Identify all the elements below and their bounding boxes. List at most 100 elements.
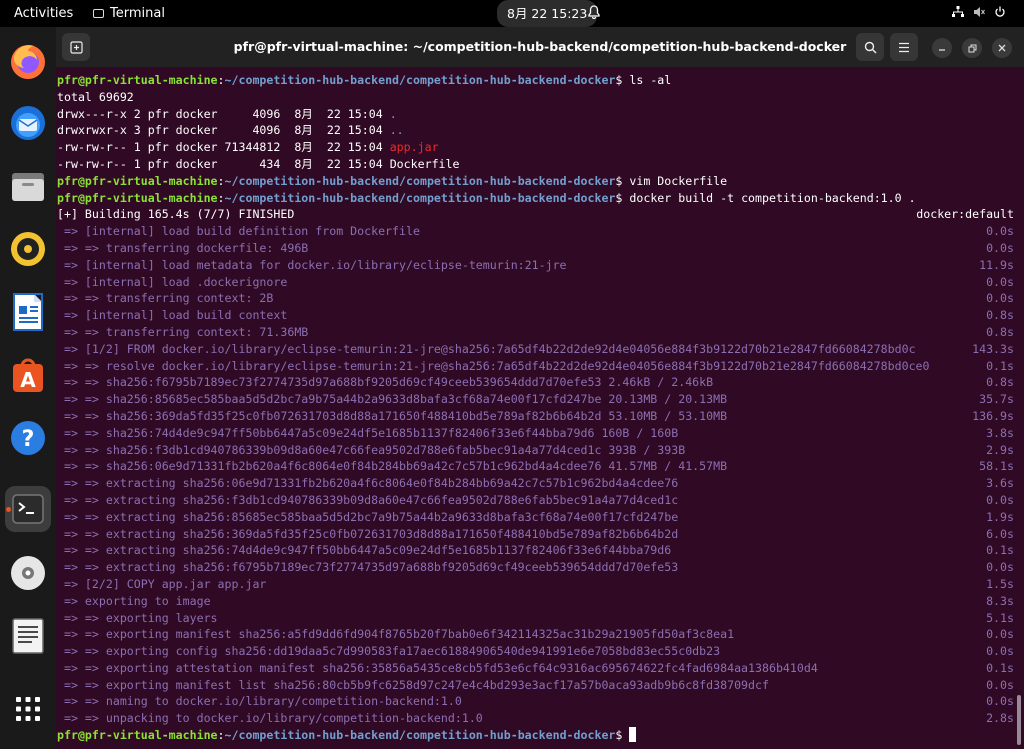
build-step-time: 11.9s (979, 257, 1014, 272)
hamburger-icon (899, 42, 909, 52)
build-step-row: => exporting to image 8.3s (57, 593, 1017, 610)
build-step-text: => [2/2] COPY app.jar app.jar (57, 576, 267, 591)
dock-rhythmbox[interactable] (5, 226, 51, 272)
show-apps-icon (16, 697, 40, 721)
restore-icon (968, 44, 976, 52)
build-step-row: => [1/2] FROM docker.io/library/eclipse-… (57, 341, 1017, 358)
prompt-path: ~/competition-hub-backend/competition-hu… (224, 728, 616, 743)
build-step-time: 0.1s (986, 660, 1014, 675)
build-step-text: => => exporting manifest sha256:a5fd9dd6… (57, 627, 735, 642)
build-step-text: => => transferring dockerfile: 496B (57, 240, 309, 255)
ls-meta: -rw-rw-r-- 1 pfr docker 71344812 8月 22 1… (57, 140, 390, 155)
ls-name: .. (389, 123, 404, 138)
build-step-time: 6.0s (986, 526, 1014, 541)
build-step-row: => => naming to docker.io/library/compet… (57, 693, 1017, 710)
build-step-time: 143.3s (972, 341, 1014, 356)
build-step-time: 0.1s (986, 358, 1014, 373)
build-driver: docker:default (916, 207, 1014, 222)
dock-app-center[interactable]: A (5, 352, 51, 398)
build-step-row: => [internal] load .dockerignore 0.0s (57, 274, 1017, 291)
power-icon[interactable] (994, 0, 1006, 27)
build-step-text: => => exporting attestation manifest sha… (57, 660, 818, 675)
build-step-time: 136.9s (972, 408, 1014, 423)
build-step-text: => => resolve docker.io/library/eclipse-… (57, 358, 930, 373)
build-step-row: => => exporting layers 5.1s (57, 610, 1017, 627)
output-line: total 69692 (57, 89, 134, 104)
ls-meta: -rw-rw-r-- 1 pfr docker 434 8月 22 15:04 (57, 156, 390, 171)
build-step-time: 0.1s (986, 543, 1014, 558)
build-step-text: => => sha256:74d4de9c947ff50bb6447a5c09e… (57, 425, 679, 440)
ls-row: drwxrwxr-x 3 pfr docker 4096 8月 22 15:04… (57, 122, 1017, 139)
clock[interactable]: 8月 22 15:23 (497, 0, 598, 27)
dock-writer[interactable] (5, 289, 51, 335)
build-step-time: 0.8s (986, 324, 1014, 339)
build-step-time: 0.0s (986, 274, 1014, 289)
dock-help[interactable]: ? (5, 415, 51, 461)
build-step-row: => => resolve docker.io/library/eclipse-… (57, 358, 1017, 375)
volume-icon[interactable] (973, 0, 985, 27)
text-editor-icon (12, 618, 44, 654)
build-step-time: 0.0s (986, 644, 1014, 659)
build-step-row: => => sha256:74d4de9c947ff50bb6447a5c09e… (57, 425, 1017, 442)
dock-firefox[interactable] (5, 38, 51, 84)
minimize-button[interactable] (932, 38, 952, 58)
build-step-row: => => extracting sha256:f6795b7189ec73f2… (57, 559, 1017, 576)
maximize-button[interactable] (962, 38, 982, 58)
build-step-time: 1.9s (986, 509, 1014, 524)
bell-icon (588, 0, 600, 27)
svg-text:A: A (20, 368, 36, 392)
app-menu[interactable]: Terminal (93, 0, 165, 27)
prompt-path: ~/competition-hub-backend/competition-hu… (224, 173, 616, 188)
build-step-time: 3.6s (986, 476, 1014, 491)
build-step-time: 0.0s (986, 677, 1014, 692)
dock-files[interactable] (5, 163, 51, 209)
dock-text-editor[interactable] (5, 613, 51, 659)
build-step-time: 1.5s (986, 576, 1014, 591)
build-step-row: => => sha256:85685ec585baa5d5d2bc7a9b75a… (57, 391, 1017, 408)
build-step-text: => => extracting sha256:369da5fd35f25c0f… (57, 526, 679, 541)
build-step-text: => => sha256:369da5fd35f25c0fb072631703d… (57, 408, 728, 423)
dock-disc[interactable] (5, 550, 51, 596)
build-step-row: => => transferring dockerfile: 496B 0.0s (57, 240, 1017, 257)
build-step-row: => => sha256:f3db1cd940786339b09d8a60e47… (57, 442, 1017, 459)
app-center-icon: A (13, 358, 43, 392)
close-button[interactable] (992, 38, 1012, 58)
text-cursor (629, 727, 637, 743)
dock-show-apps[interactable] (5, 686, 51, 732)
build-step-time: 3.8s (986, 425, 1014, 440)
build-step-time: 8.3s (986, 593, 1014, 608)
terminal-output[interactable]: pfr@pfr-virtual-machine:~/competition-hu… (57, 72, 1017, 749)
dock-terminal[interactable] (5, 486, 51, 532)
activities-button[interactable]: Activities (14, 0, 73, 27)
build-step-time: 58.1s (979, 459, 1014, 474)
network-icon[interactable] (952, 0, 964, 27)
libreoffice-writer-icon (13, 293, 43, 331)
build-step-text: => => exporting config sha256:dd19daa5c7… (57, 644, 721, 659)
menu-button[interactable] (890, 33, 918, 61)
ls-name: Dockerfile (389, 156, 460, 171)
build-step-row: => [2/2] COPY app.jar app.jar 1.5s (57, 576, 1017, 593)
prompt-line: pfr@pfr-virtual-machine:~/competition-hu… (57, 73, 672, 87)
terminal-app-icon (93, 9, 104, 18)
disc-icon (11, 556, 45, 590)
build-step-row: => => transferring context: 2B 0.0s (57, 290, 1017, 307)
build-step-text: => [internal] load build context (57, 308, 288, 323)
search-button[interactable] (856, 33, 884, 61)
build-header-line: [+] Building 165.4s (7/7) FINISHED docker… (57, 206, 1017, 223)
prompt-user: pfr@pfr-virtual-machine (57, 173, 218, 188)
build-step-row: => => unpacking to docker.io/library/com… (57, 710, 1017, 727)
build-step-row: => => extracting sha256:74d4de9c947ff50b… (57, 542, 1017, 559)
running-indicator (6, 507, 11, 512)
title-bar[interactable]: pfr@pfr-virtual-machine: ~/competition-h… (56, 27, 1024, 67)
build-step-text: => exporting to image (57, 593, 211, 608)
scrollbar[interactable] (1017, 695, 1021, 745)
build-header: [+] Building 165.4s (7/7) FINISHED (57, 207, 295, 222)
ls-row: drwx---r-x 2 pfr docker 4096 8月 22 15:04… (57, 106, 1017, 123)
prompt-line: pfr@pfr-virtual-machine:~/competition-hu… (57, 190, 916, 205)
build-step-time: 0.0s (986, 291, 1014, 306)
dock: A ? (0, 27, 56, 749)
dock-thunderbird[interactable] (5, 100, 51, 146)
build-step-text: => => extracting sha256:f6795b7189ec73f2… (57, 560, 679, 575)
build-step-row: => [internal] load metadata for docker.i… (57, 257, 1017, 274)
ls-meta: drwxrwxr-x 3 pfr docker 4096 8月 22 15:04 (57, 123, 390, 138)
